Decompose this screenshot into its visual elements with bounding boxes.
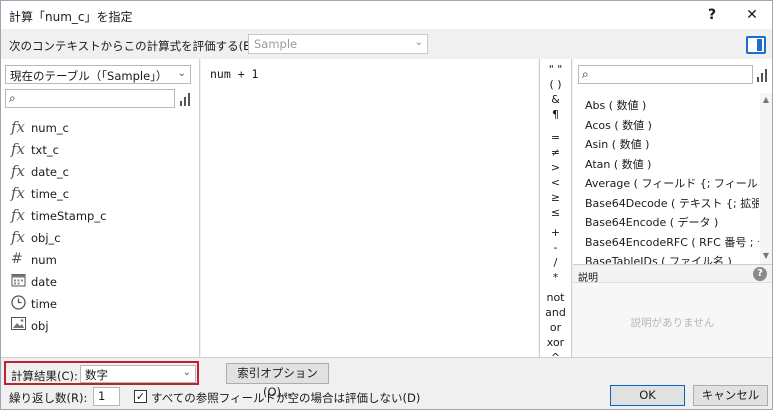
function-item[interactable]: Base64Encode ( データ ): [585, 214, 718, 230]
search-icon: ⌕: [9, 91, 16, 105]
sort-icon[interactable]: [756, 68, 770, 82]
context-value: Sample: [254, 37, 298, 51]
field-item-date[interactable]: date: [1, 271, 200, 293]
table-select-value: 現在のテーブル（「Sample」）: [10, 69, 168, 83]
operator-pilcrow[interactable]: ¶: [540, 108, 571, 121]
repeat-count-input[interactable]: 1: [93, 387, 120, 406]
close-button[interactable]: ✕: [737, 4, 767, 26]
function-icon: fx: [11, 206, 26, 224]
field-item-num-c[interactable]: fx num_c: [1, 117, 200, 139]
do-not-evaluate-label[interactable]: すべての参照フィールドが空の場合は評価しない(D): [151, 390, 420, 406]
operator-equal[interactable]: =: [540, 131, 571, 144]
operator-and[interactable]: and: [540, 306, 571, 319]
calendar-icon: [11, 273, 29, 289]
operator-ampersand[interactable]: &: [540, 93, 571, 106]
field-item-timestamp-c[interactable]: fx timeStamp_c: [1, 205, 200, 227]
do-not-evaluate-checkbox[interactable]: ✓: [134, 390, 147, 403]
title-bar: 計算「num_c」を指定 ? ✕: [1, 1, 772, 29]
clock-icon: [11, 295, 29, 311]
description-label: 説明: [578, 273, 598, 284]
function-item[interactable]: Average ( フィールド {; フィールド...} ): [585, 175, 759, 191]
operator-plus[interactable]: +: [540, 226, 571, 239]
operator-multiply[interactable]: *: [540, 271, 571, 284]
operator-list: " " ( ) & ¶ = ≠ > < ≥ ≤ + - / * not and …: [539, 59, 572, 357]
context-row: 次のコンテキストからこの計算式を評価する(E): Sample ⌄: [1, 31, 772, 59]
chevron-down-icon: ⌄: [182, 367, 191, 378]
sort-icon[interactable]: [179, 92, 193, 106]
layout-toggle-icon[interactable]: [746, 36, 766, 54]
field-item-txt-c[interactable]: fx txt_c: [1, 139, 200, 161]
function-item[interactable]: Asin ( 数値 ): [585, 136, 649, 152]
result-type-highlight: 計算結果(C): 数字 ⌄: [4, 361, 199, 385]
function-item[interactable]: Base64EncodeRFC ( RFC 番号 ; デ...: [585, 234, 759, 250]
function-item[interactable]: Atan ( 数値 ): [585, 156, 651, 172]
function-icon: fx: [11, 118, 26, 136]
operator-parens[interactable]: ( ): [540, 78, 571, 91]
bottom-bar: 計算結果(C): 数字 ⌄ 索引オプション(O)... 繰り返し数(R): 1 …: [1, 357, 772, 409]
description-header: 説明 ?: [573, 264, 772, 284]
dialog-title: 計算「num_c」を指定: [9, 10, 133, 24]
function-icon: fx: [11, 140, 26, 158]
function-icon: fx: [11, 162, 26, 180]
field-item-obj[interactable]: obj: [1, 315, 200, 337]
operator-divide[interactable]: /: [540, 256, 571, 269]
formula-text[interactable]: num + 1: [210, 67, 258, 81]
field-list: fx num_c fx txt_c fx date_c fx time_c fx…: [1, 117, 200, 337]
field-item-obj-c[interactable]: fx obj_c: [1, 227, 200, 249]
field-search-input[interactable]: ⌕: [5, 89, 175, 108]
operator-greater[interactable]: >: [540, 161, 571, 174]
operator-or[interactable]: or: [540, 321, 571, 334]
operator-minus[interactable]: -: [540, 241, 571, 254]
help-icon[interactable]: ?: [753, 267, 767, 281]
function-icon: fx: [11, 184, 26, 202]
operator-not[interactable]: not: [540, 291, 571, 304]
function-icon: fx: [11, 228, 26, 246]
chevron-down-icon: ⌄: [414, 37, 423, 48]
ok-button[interactable]: OK: [610, 385, 685, 406]
image-icon: [11, 317, 29, 333]
repeat-count-label: 繰り返し数(R):: [9, 391, 88, 405]
search-icon: ⌕: [582, 67, 589, 81]
result-type-select[interactable]: 数字 ⌄: [80, 365, 196, 383]
field-item-time[interactable]: time: [1, 293, 200, 315]
function-item[interactable]: Abs ( 数値 ): [585, 97, 646, 113]
cancel-button[interactable]: キャンセル: [693, 385, 768, 406]
scroll-up-icon[interactable]: ▲: [761, 95, 771, 104]
field-pane: 現在のテーブル（「Sample」） ⌄ ⌕ fx num_c fx txt_c …: [1, 59, 200, 357]
operator-less[interactable]: <: [540, 176, 571, 189]
result-type-label: 計算結果(C):: [11, 369, 78, 383]
scroll-down-icon[interactable]: ▼: [761, 251, 771, 260]
function-item[interactable]: Base64Decode ( テキスト {; 拡張子...: [585, 195, 759, 211]
help-button[interactable]: ?: [697, 4, 727, 26]
field-item-date-c[interactable]: fx date_c: [1, 161, 200, 183]
no-description-text: 説明がありません: [630, 317, 715, 329]
operator-quote[interactable]: " ": [540, 63, 571, 76]
index-options-button[interactable]: 索引オプション(O)...: [226, 363, 329, 399]
context-label: 次のコンテキストからこの計算式を評価する(E):: [9, 39, 259, 53]
function-pane: ⌕ Abs ( 数値 ) Acos ( 数値 ) Asin ( 数値 ) Ata…: [573, 59, 772, 357]
operator-less-equal[interactable]: ≤: [540, 206, 571, 219]
function-search-input[interactable]: ⌕: [578, 65, 753, 84]
result-type-value: 数字: [85, 368, 108, 382]
operator-xor[interactable]: xor: [540, 336, 571, 349]
chevron-down-icon: ⌄: [177, 68, 186, 79]
calculation-dialog: 計算「num_c」を指定 ? ✕ 次のコンテキストからこの計算式を評価する(E)…: [0, 0, 773, 410]
description-body: 説明がありません: [573, 283, 772, 357]
field-item-time-c[interactable]: fx time_c: [1, 183, 200, 205]
operator-not-equal[interactable]: ≠: [540, 146, 571, 159]
context-select[interactable]: Sample ⌄: [248, 34, 428, 54]
operator-greater-equal[interactable]: ≥: [540, 191, 571, 204]
formula-editor[interactable]: num + 1: [201, 59, 538, 357]
number-icon: #: [11, 251, 23, 267]
field-item-num[interactable]: # num: [1, 249, 200, 271]
function-item[interactable]: Acos ( 数値 ): [585, 117, 652, 133]
table-select[interactable]: 現在のテーブル（「Sample」） ⌄: [5, 65, 191, 84]
